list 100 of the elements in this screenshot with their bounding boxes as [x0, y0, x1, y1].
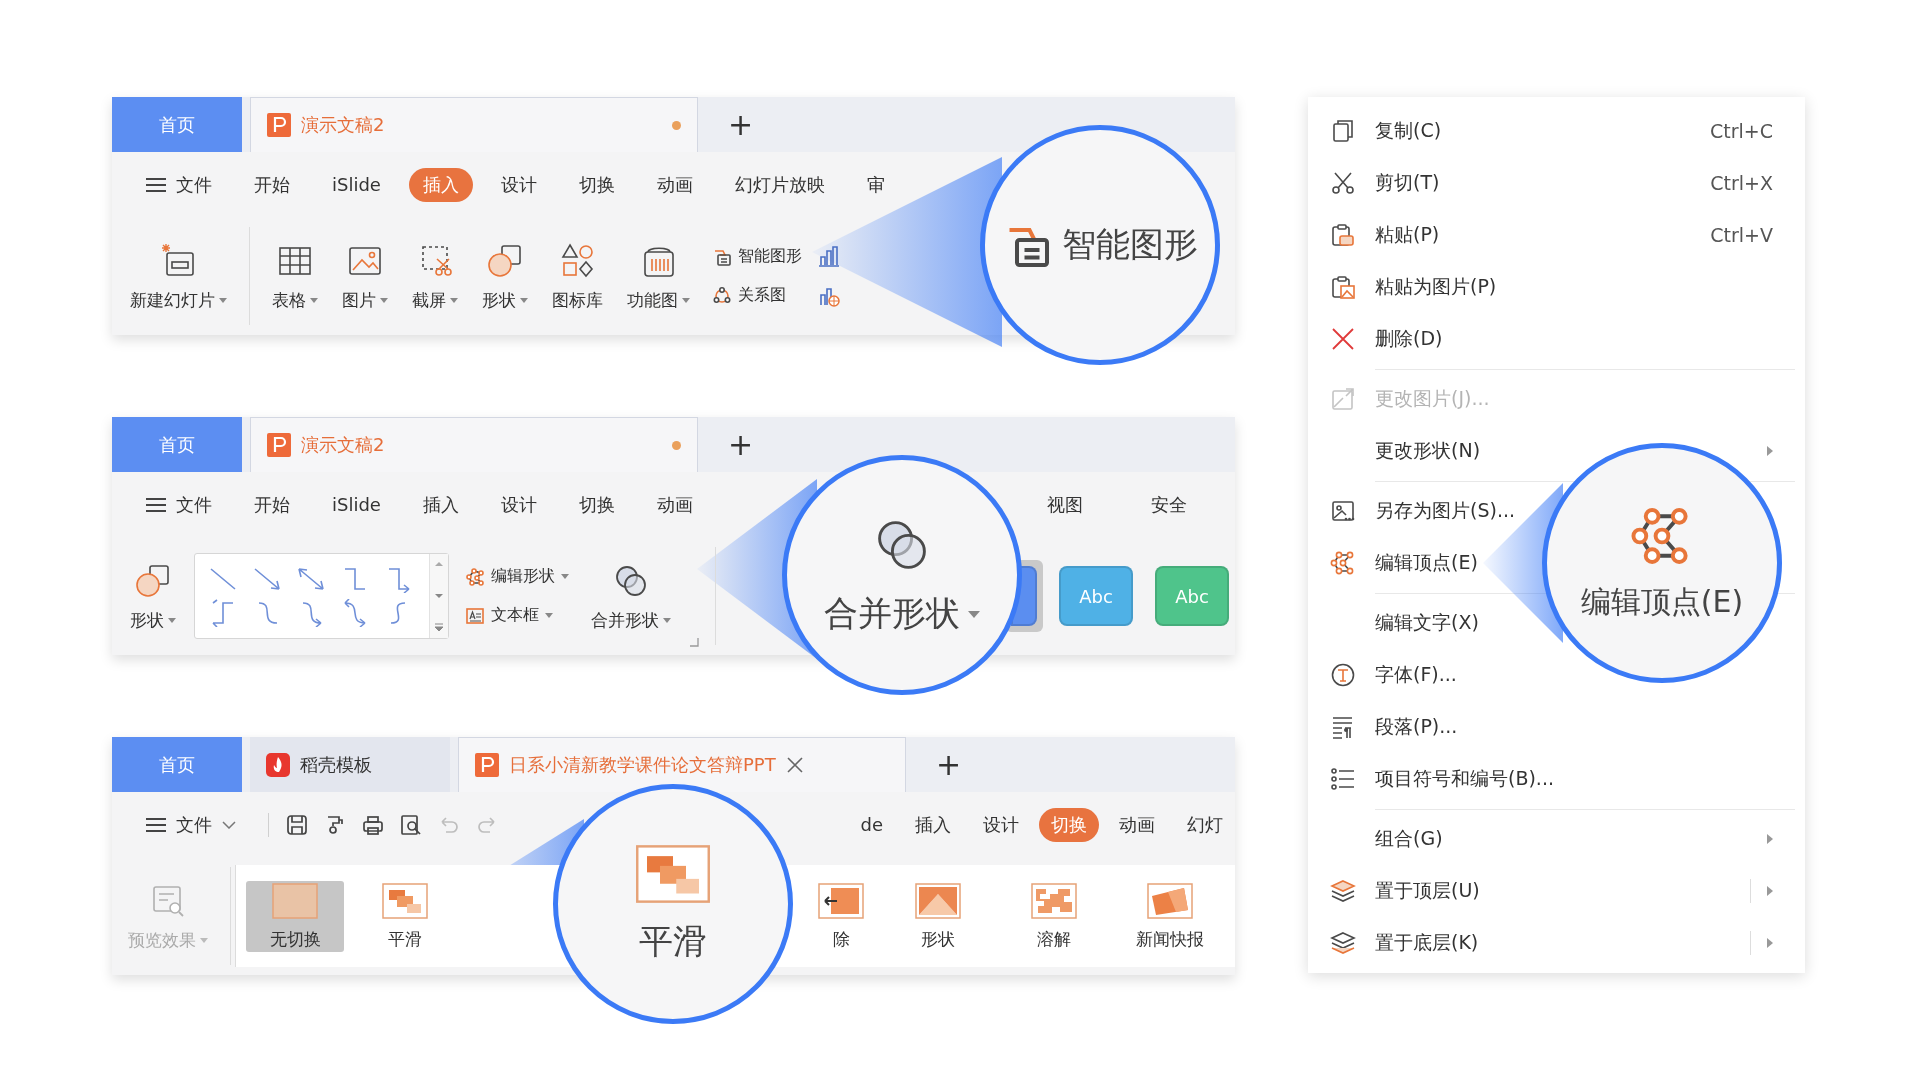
paste-picture-icon: [1330, 274, 1356, 300]
ribbon-button[interactable]: 文本框: [461, 603, 573, 628]
transition-option[interactable]: 新闻快报: [1121, 880, 1219, 952]
menu-icon: [146, 176, 166, 193]
ribbon-button[interactable]: 关系图: [708, 283, 806, 308]
flame-logo-icon: [266, 752, 290, 777]
send-to-back-icon: [1330, 930, 1356, 956]
new-tab-button[interactable]: +: [706, 97, 776, 152]
menu-item[interactable]: 项目符号和编号(B)...: [1308, 753, 1562, 805]
ribbon-tab[interactable]: 插入: [903, 807, 963, 842]
shortcut-label: Ctrl+X: [1710, 172, 1773, 194]
ribbon-button[interactable]: 形状: [124, 556, 182, 636]
transition-option[interactable]: 形状: [889, 880, 987, 952]
ribbon-button[interactable]: 图片: [336, 236, 394, 316]
menu-icon: [146, 496, 166, 513]
menu-item[interactable]: 复制(C) Ctrl+C: [1308, 105, 1805, 157]
ribbon-tab[interactable]: 设计: [971, 807, 1031, 842]
ribbon-tab[interactable]: 开始: [240, 167, 304, 202]
transition-option[interactable]: 溶解: [1005, 880, 1103, 952]
edit-vertex-icon: [1330, 550, 1356, 576]
ribbon-button[interactable]: 编辑形状: [461, 564, 573, 589]
relation-chart-icon: [712, 285, 732, 306]
bring-to-front-icon: [1330, 878, 1356, 904]
menu-item[interactable]: 置于顶层(U): [1308, 865, 1805, 917]
presentation-file-icon: [475, 753, 499, 777]
ribbon-tab[interactable]: 动画: [642, 487, 707, 522]
ribbon-button[interactable]: 图标库: [546, 236, 609, 316]
ribbon-button[interactable]: 截屏: [406, 236, 464, 316]
ribbon-tab[interactable]: 开始: [240, 487, 304, 522]
file-menu-button[interactable]: 文件: [132, 487, 226, 522]
transition-thumbnail-icon: [381, 881, 429, 920]
ribbon-tab[interactable]: 切换: [564, 487, 629, 522]
file-menu-button[interactable]: 文件: [132, 167, 226, 202]
chevron-down-icon: [222, 820, 236, 829]
transition-option[interactable]: 除: [811, 881, 871, 951]
bar-chart-icon[interactable]: [818, 245, 840, 267]
ribbon-tab[interactable]: de: [848, 809, 895, 840]
ribbon-button[interactable]: 智能图形: [708, 244, 806, 269]
ribbon-tab[interactable]: 切换: [564, 167, 629, 202]
ribbon-tab[interactable]: 安全: [1137, 487, 1201, 522]
menu-item[interactable]: 置于底层(K): [1308, 917, 1805, 969]
edit-shape-icon: [465, 566, 485, 587]
presentation-file-icon: [267, 113, 291, 137]
ribbon-tab[interactable]: 幻灯片放映: [720, 167, 839, 202]
bullet-list-icon: [1330, 766, 1356, 792]
chart-globe-icon[interactable]: [818, 285, 840, 307]
menu-item[interactable]: 编辑顶点(E): [1308, 537, 1486, 589]
cut-icon: [1330, 170, 1356, 196]
print-preview-icon[interactable]: [399, 812, 423, 837]
close-icon[interactable]: [785, 756, 804, 774]
transition-option[interactable]: 平滑: [356, 880, 454, 952]
ribbon-tab[interactable]: 动画: [1107, 807, 1167, 842]
ribbon-tab[interactable]: 设计: [486, 167, 551, 202]
save-icon[interactable]: [285, 812, 309, 837]
menu-item[interactable]: 编辑文字(X): [1308, 597, 1487, 649]
presentation-file-icon: [267, 433, 291, 457]
menu-item[interactable]: 另存为图片(S)...: [1308, 485, 1523, 537]
change-picture-icon: [1330, 386, 1356, 412]
menu-icon: [146, 816, 166, 833]
magnified-label: 智能图形: [1062, 223, 1198, 266]
menu-item[interactable]: 粘贴为图片(P): [1308, 261, 1505, 313]
new-tab-button[interactable]: +: [914, 737, 984, 792]
magnified-label: 平滑: [639, 920, 707, 963]
expand-gallery-icon[interactable]: [433, 622, 445, 634]
menu-item[interactable]: 剪切(T) Ctrl+X: [1308, 157, 1805, 209]
ribbon-tab[interactable]: iSlide: [318, 169, 395, 200]
ribbon-button[interactable]: 合并形状: [585, 556, 677, 636]
menu-item[interactable]: 字体(F)...: [1308, 649, 1465, 701]
text-box-icon: [465, 605, 485, 626]
ribbon-button[interactable]: 功能图: [621, 236, 696, 316]
menu-item[interactable]: 段落(P)...: [1308, 701, 1466, 753]
file-menu-button[interactable]: 文件: [132, 807, 250, 842]
dialog-launcher-icon[interactable]: [689, 637, 699, 647]
menu-item[interactable]: 组合(G): [1308, 813, 1805, 865]
transition-option[interactable]: 无切换: [246, 880, 344, 952]
document-tab[interactable]: 稻壳模板: [250, 737, 450, 792]
menu-item[interactable]: 粘贴(P) Ctrl+V: [1308, 209, 1805, 261]
transition-thumbnail-icon: [1146, 881, 1194, 920]
ribbon-button[interactable]: 新建幻灯片: [124, 236, 233, 316]
ribbon-tab[interactable]: 幻灯: [1175, 807, 1235, 842]
ribbon-tab[interactable]: 动画: [642, 167, 707, 202]
transition-thumbnail-icon: [1030, 881, 1078, 920]
ribbon-button[interactable]: 表格: [266, 236, 324, 316]
ribbon-tab[interactable]: 审: [852, 167, 899, 202]
ribbon-tab[interactable]: iSlide: [318, 489, 395, 520]
ribbon-button[interactable]: 形状: [476, 236, 534, 316]
shortcut-label: Ctrl+V: [1710, 224, 1773, 246]
menu-item[interactable]: 删除(D): [1308, 313, 1451, 365]
ribbon-tab[interactable]: 设计: [486, 487, 551, 522]
ribbon-tab[interactable]: 视图: [1033, 487, 1097, 522]
line-shape-icon[interactable]: [295, 565, 327, 593]
transition-thumbnail-icon: [634, 843, 712, 905]
transition-thumbnail-icon: [817, 881, 865, 920]
magnified-label: 编辑顶点(E): [1580, 582, 1744, 621]
paste-icon: [1330, 222, 1356, 248]
magnified-label: 合并形状: [824, 591, 980, 637]
transition-thumbnail-icon: [914, 881, 962, 920]
menu-item[interactable]: 更改形状(N): [1308, 425, 1805, 477]
new-tab-button[interactable]: +: [706, 417, 776, 472]
ribbon-tab[interactable]: 插入: [408, 487, 473, 522]
